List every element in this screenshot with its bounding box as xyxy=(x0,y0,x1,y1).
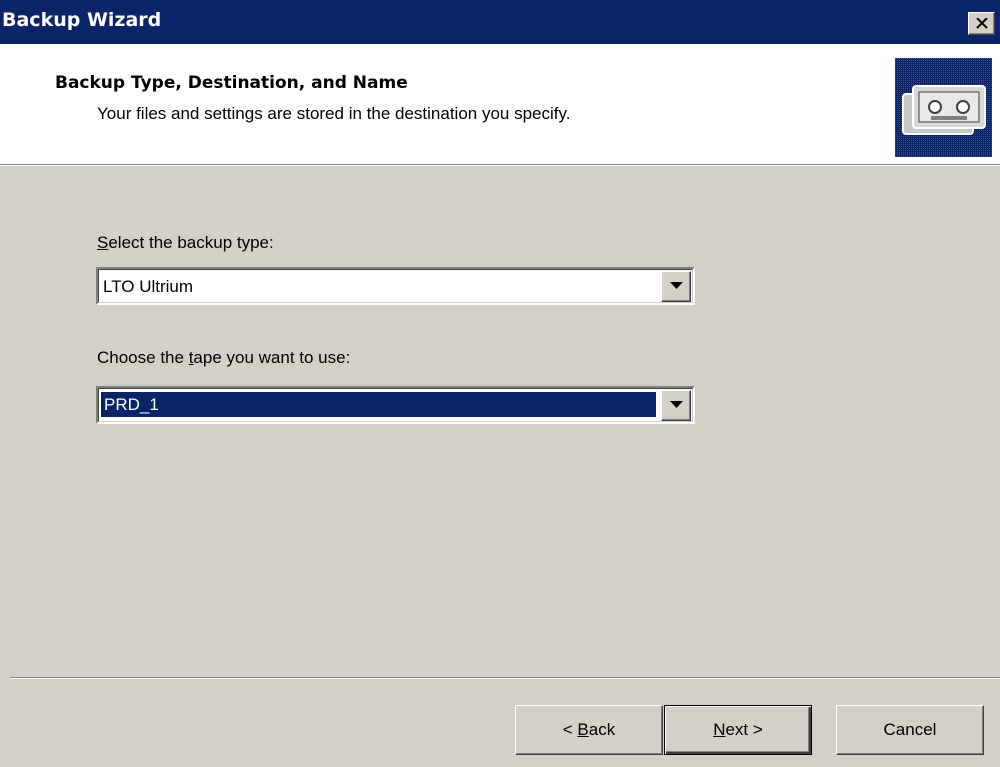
backup-wizard-window: Backup Wizard Backup Type, Destination, … xyxy=(0,0,1000,767)
next-button[interactable]: Next > xyxy=(664,705,812,755)
backup-type-label-text: elect the backup type: xyxy=(108,233,274,252)
wizard-header: Backup Type, Destination, and Name Your … xyxy=(0,44,1000,164)
page-title: Backup Type, Destination, and Name xyxy=(55,73,408,93)
next-button-mnemonic: N xyxy=(713,720,726,739)
close-button[interactable] xyxy=(968,12,995,35)
back-button-label: ack xyxy=(588,720,616,739)
cancel-button-label: Cancel xyxy=(883,720,937,739)
backup-type-select[interactable]: LTO Ultrium xyxy=(96,267,695,305)
back-button-mnemonic: B xyxy=(577,720,589,739)
tape-label-text-before: Choose the xyxy=(97,348,189,367)
tape-label-text-after: ape you want to use: xyxy=(193,348,351,367)
backup-type-value: LTO Ultrium xyxy=(103,277,194,296)
footer-divider xyxy=(10,677,1000,679)
title-bar[interactable]: Backup Wizard xyxy=(0,0,1000,44)
back-button[interactable]: < Back xyxy=(515,705,663,755)
backup-tape-icon xyxy=(895,58,992,157)
cancel-button[interactable]: Cancel xyxy=(836,705,984,755)
backup-type-label: Select the backup type: xyxy=(97,233,274,253)
tape-label: Choose the tape you want to use: xyxy=(97,348,350,368)
chevron-down-icon xyxy=(670,282,683,289)
backup-type-dropdown-button[interactable] xyxy=(661,271,691,302)
page-subtitle: Your files and settings are stored in th… xyxy=(97,104,571,123)
backup-type-label-mnemonic: S xyxy=(97,233,109,252)
chevron-down-icon xyxy=(670,401,683,408)
tape-select[interactable]: PRD_1 xyxy=(96,386,695,424)
window-title: Backup Wizard xyxy=(2,9,162,31)
header-divider xyxy=(0,164,1000,166)
tape-select-frame: PRD_1 xyxy=(98,388,693,422)
next-button-label: ext xyxy=(725,720,749,739)
tape-value: PRD_1 xyxy=(100,391,657,418)
next-button-suffix: > xyxy=(748,720,763,739)
tape-dropdown-button[interactable] xyxy=(661,390,691,421)
backup-type-select-frame: LTO Ultrium xyxy=(98,269,693,303)
close-icon xyxy=(976,18,988,29)
back-button-prefix: < xyxy=(562,720,578,739)
